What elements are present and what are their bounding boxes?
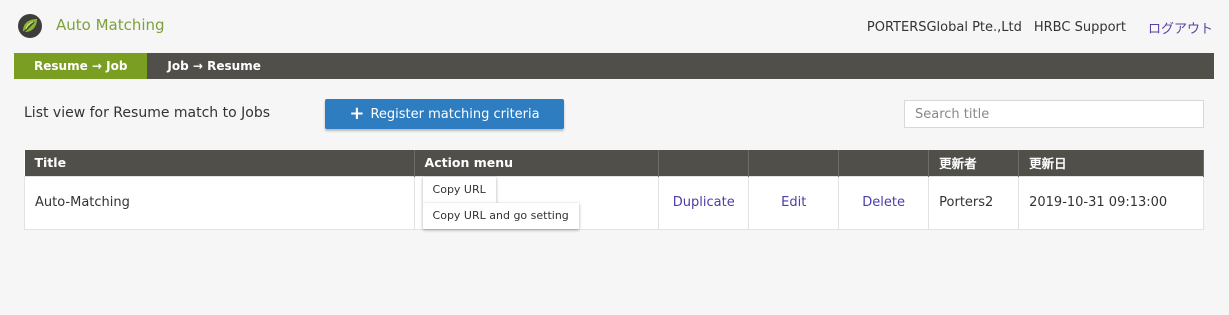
- column-header-updated-by: 更新者: [928, 150, 1020, 176]
- logout-link[interactable]: ログアウト: [1148, 18, 1213, 37]
- leaf-logo-icon: [18, 14, 42, 38]
- column-header-edit: [748, 150, 840, 176]
- edit-link[interactable]: Edit: [781, 195, 806, 210]
- matching-list-table: Title Action menu 更新者 更新日 Auto-Matching …: [24, 150, 1204, 230]
- column-header-delete: [838, 150, 930, 176]
- user-name: HRBC Support: [1033, 20, 1126, 35]
- tab-job-to-resume[interactable]: Job → Resume: [147, 53, 280, 79]
- copy-url-and-go-setting-button[interactable]: Copy URL and go setting: [422, 202, 579, 229]
- row-action-menu: Copy URL Copy URL and go setting: [413, 175, 660, 230]
- table-row: Auto-Matching Copy URL Copy URL and go s…: [24, 175, 1204, 230]
- row-updated-at: 2019-10-31 09:13:00: [1018, 175, 1204, 230]
- column-header-action-menu: Action menu: [414, 150, 660, 176]
- column-header-title: Title: [24, 150, 415, 176]
- tab-resume-to-job[interactable]: Resume → Job: [14, 53, 148, 79]
- company-name: PORTERSGlobal Pte.,Ltd: [866, 20, 1022, 35]
- table-header-row: Title Action menu 更新者 更新日: [24, 150, 1204, 176]
- column-header-updated-at: 更新日: [1018, 150, 1204, 176]
- copy-url-button[interactable]: Copy URL: [422, 176, 496, 203]
- row-updated-by: Porters2: [928, 175, 1020, 230]
- nav-tabs: Resume → Job Job → Resume: [14, 53, 1214, 79]
- row-duplicate-cell: Duplicate: [658, 175, 750, 230]
- register-matching-criteria-button[interactable]: + Register matching criteria: [325, 99, 564, 129]
- app-title: Auto Matching: [56, 16, 165, 34]
- delete-link[interactable]: Delete: [862, 195, 905, 210]
- page-title: List view for Resume match to Jobs: [24, 105, 270, 121]
- plus-icon: +: [349, 103, 365, 124]
- duplicate-link[interactable]: Duplicate: [673, 195, 735, 210]
- column-header-duplicate: [658, 150, 750, 176]
- row-delete-cell: Delete: [838, 175, 930, 230]
- row-title: Auto-Matching: [24, 175, 415, 230]
- row-edit-cell: Edit: [748, 175, 840, 230]
- app-header: Auto Matching PORTERSGlobal Pte.,Ltd HRB…: [0, 0, 1229, 52]
- header-account: PORTERSGlobal Pte.,Ltd HRBC Support ログアウ…: [867, 18, 1213, 37]
- search-input[interactable]: [904, 100, 1204, 128]
- register-button-label: Register matching criteria: [370, 106, 540, 122]
